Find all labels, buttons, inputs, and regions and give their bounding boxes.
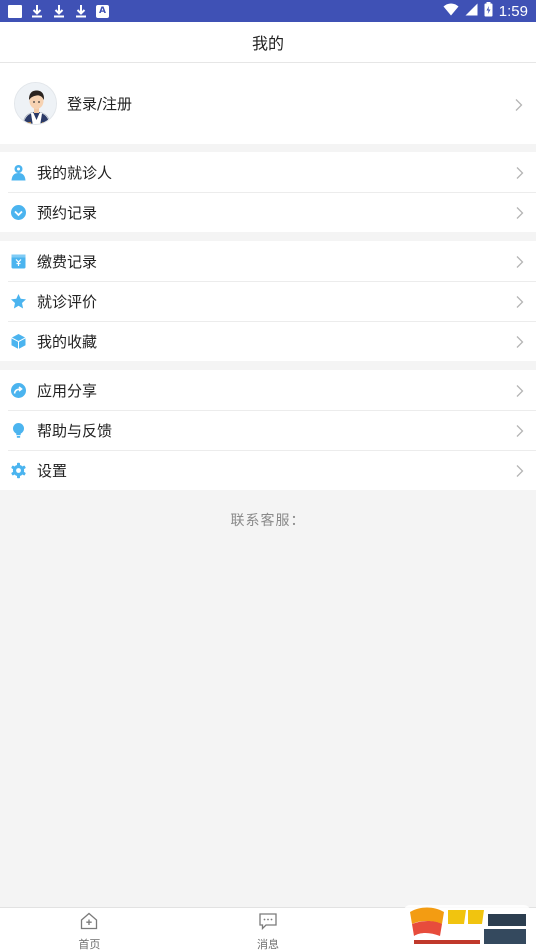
wifi-icon — [443, 3, 459, 20]
payment-icon — [10, 253, 27, 270]
gear-icon — [10, 462, 27, 479]
download-icon — [52, 4, 66, 18]
settings-item[interactable]: 设置 — [0, 450, 536, 490]
menu-item-label: 帮助与反馈 — [37, 421, 113, 440]
signal-icon — [465, 3, 478, 20]
chevron-right-icon — [515, 334, 525, 348]
help-feedback-item[interactable]: 帮助与反馈 — [0, 410, 536, 450]
chevron-right-icon — [515, 423, 525, 437]
menu-group-patients: 我的就诊人 预约记录 — [0, 152, 536, 232]
chevron-right-icon — [515, 463, 525, 477]
menu-group-records: 缴费记录 就诊评价 我的收藏 — [0, 241, 536, 361]
appointment-icon — [10, 204, 27, 221]
avatar — [14, 82, 57, 125]
box-icon — [10, 333, 27, 350]
my-favorites-item[interactable]: 我的收藏 — [0, 321, 536, 361]
menu-item-label: 缴费记录 — [37, 252, 98, 271]
status-bar: A 1:59 — [0, 0, 536, 22]
payment-records-item[interactable]: 缴费记录 — [0, 241, 536, 281]
title-bar: 我的 — [0, 22, 536, 63]
my-patients-item[interactable]: 我的就诊人 — [0, 152, 536, 192]
chevron-right-icon — [515, 205, 525, 219]
star-icon — [10, 293, 27, 310]
share-icon — [10, 382, 27, 399]
tab-label: 首页 — [78, 938, 101, 951]
battery-icon — [484, 1, 493, 21]
menu-item-label: 就诊评价 — [37, 292, 98, 311]
contact-support-label: 联系客服： — [230, 513, 306, 529]
status-time: 1:59 — [498, 2, 528, 20]
chevron-right-icon — [515, 294, 525, 308]
menu-item-label: 设置 — [37, 461, 68, 480]
login-register-label: 登录/注册 — [67, 95, 133, 113]
menu-item-label: 我的收藏 — [37, 332, 98, 351]
download-icon — [30, 4, 44, 18]
person-icon — [10, 164, 27, 181]
menu-group-app: 应用分享 帮助与反馈 设置 — [0, 370, 536, 490]
appointment-records-item[interactable]: 预约记录 — [0, 192, 536, 232]
share-app-item[interactable]: 应用分享 — [0, 370, 536, 410]
chevron-right-icon — [515, 383, 525, 397]
contact-support[interactable]: 联系客服： — [0, 500, 536, 540]
home-icon — [79, 912, 99, 934]
menu-item-label: 应用分享 — [37, 381, 98, 400]
lightbulb-icon — [10, 422, 27, 439]
tab-home[interactable]: 首页 — [0, 908, 179, 952]
download-icon — [74, 4, 88, 18]
tab-messages[interactable]: 消息 — [179, 908, 358, 952]
tab-label: 消息 — [257, 938, 279, 951]
notification-square-icon — [8, 4, 22, 18]
menu-item-label: 预约记录 — [37, 203, 98, 222]
chevron-right-icon — [515, 165, 525, 179]
message-icon — [258, 912, 278, 934]
app-notification-icon: A — [96, 4, 109, 18]
site-watermark-logo — [404, 902, 530, 948]
page-title: 我的 — [251, 34, 284, 53]
menu-item-label: 我的就诊人 — [37, 163, 113, 182]
chevron-right-icon — [514, 97, 524, 111]
login-register-row[interactable]: 登录/注册 — [0, 63, 536, 144]
visit-review-item[interactable]: 就诊评价 — [0, 281, 536, 321]
chevron-right-icon — [515, 254, 525, 268]
